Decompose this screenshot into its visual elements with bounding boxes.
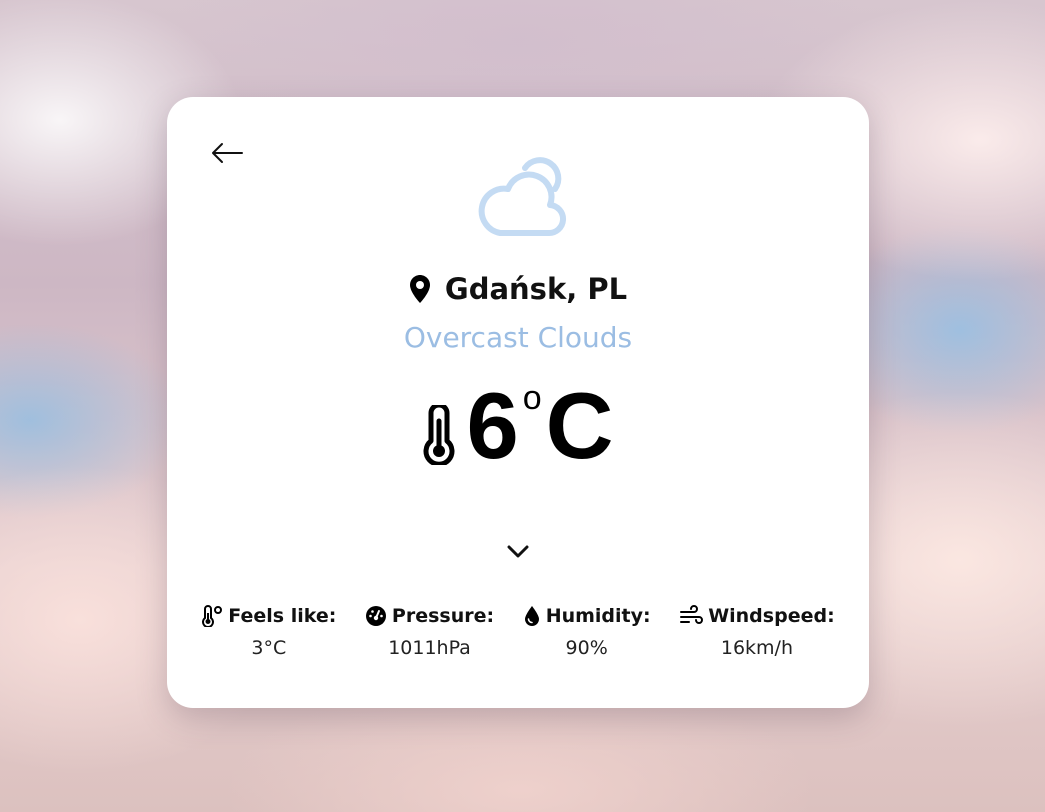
thermometer-icon [423, 405, 455, 465]
detail-pressure: Pressure: 1011hPa [365, 605, 494, 659]
wind-icon [680, 605, 704, 624]
humidity-value: 90% [565, 637, 608, 659]
humidity-label: Humidity: [545, 605, 651, 627]
pressure-label: Pressure: [391, 605, 495, 627]
droplet-icon [524, 606, 539, 626]
location-name: Gdańsk, PL [444, 272, 628, 306]
windspeed-value: 16km/h [720, 637, 793, 659]
expand-details-button[interactable] [503, 537, 533, 567]
weather-details: Feels like: 3°C Pressure: 1011hPa Humidi… [187, 605, 849, 659]
pressure-value: 1011hPa [388, 637, 471, 659]
feels-like-label: Feels like: [228, 605, 337, 627]
detail-feels-like: Feels like: 3°C [201, 605, 336, 659]
detail-windspeed: Windspeed: 16km/h [679, 605, 835, 659]
location: Gdańsk, PL [167, 272, 869, 306]
temperature-value: 6 [466, 373, 519, 478]
windspeed-label: Windspeed: [708, 605, 835, 627]
detail-humidity: Humidity: 90% [523, 605, 651, 659]
arrow-left-icon [212, 143, 243, 163]
temperature-display: 6 o C [167, 379, 869, 473]
map-pin-icon [409, 275, 430, 303]
weather-description: Overcast Clouds [403, 321, 633, 354]
temperature-unit: C [545, 373, 614, 478]
back-button[interactable] [207, 137, 247, 169]
cloud-icon [478, 157, 567, 237]
chevron-down-icon [507, 545, 529, 558]
degree-symbol: o [522, 379, 542, 417]
gauge-icon [365, 606, 386, 626]
feels-like-value: 3°C [251, 637, 287, 659]
thermometer-degree-icon [202, 605, 223, 627]
weather-card: Gdańsk, PL Overcast Clouds 6 o C Feels l… [167, 97, 869, 708]
